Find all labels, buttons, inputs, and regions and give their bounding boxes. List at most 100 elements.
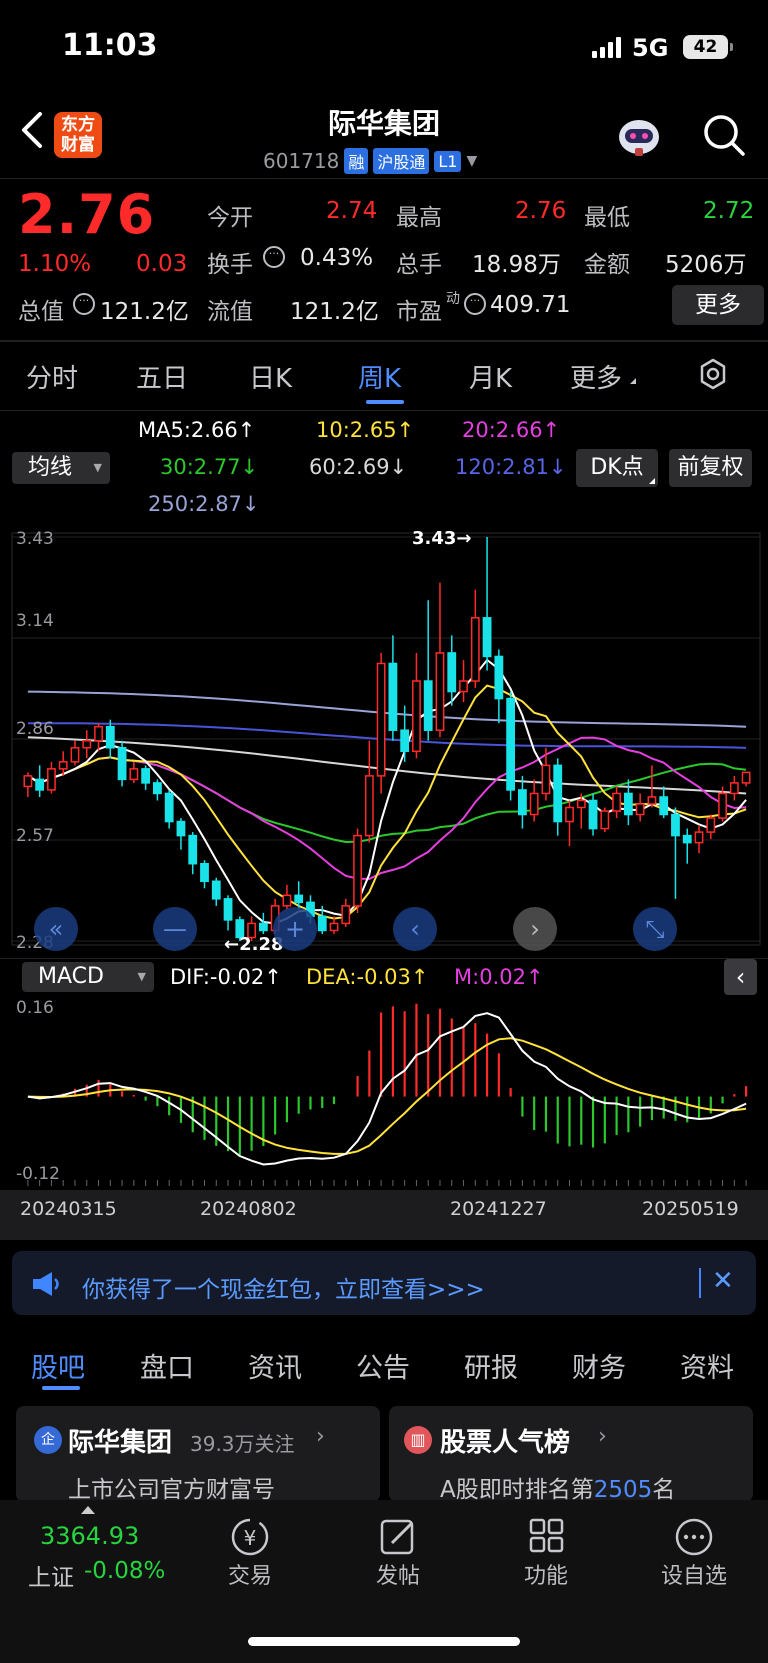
double-left-icon[interactable]: « xyxy=(34,907,78,951)
x-tick: 20250519 xyxy=(642,1198,739,1220)
info-icon[interactable]: ··· xyxy=(464,293,486,315)
dk-label: DK点 xyxy=(590,455,644,480)
change-pct: 1.10% xyxy=(18,251,92,277)
amount-label: 金额 xyxy=(584,252,630,278)
candle xyxy=(376,662,386,777)
candle xyxy=(153,782,162,795)
tab-five-day[interactable]: 五日 xyxy=(136,358,188,395)
ma5-line xyxy=(27,658,747,925)
candle xyxy=(47,768,56,791)
stock-subtitle[interactable]: 601718 融 沪股通 L1 ▼ xyxy=(263,148,477,174)
nav-trade[interactable]: 交易 xyxy=(200,1558,300,1590)
info-icon[interactable]: ··· xyxy=(73,293,95,315)
tab-daily[interactable]: 日K xyxy=(249,358,292,395)
megaphone-icon xyxy=(33,1272,59,1296)
more-button[interactable]: 更多 xyxy=(672,285,764,325)
more-icon[interactable] xyxy=(664,1512,724,1562)
candle xyxy=(706,817,716,833)
mktcap-label: 总值 xyxy=(18,299,64,325)
candle xyxy=(494,655,504,700)
candle xyxy=(211,880,221,900)
candle xyxy=(317,915,327,932)
gear-icon[interactable] xyxy=(696,357,730,391)
tab-intraday[interactable]: 分时 xyxy=(26,358,78,395)
candle xyxy=(529,792,539,816)
tab-research[interactable]: 研报 xyxy=(464,1346,518,1385)
macd-y-tick: -0.12 xyxy=(16,1164,60,1184)
chevron-down-icon: ▼ xyxy=(466,153,478,169)
ma-dropdown[interactable]: 均线 ▼ xyxy=(12,452,110,484)
candle xyxy=(718,792,727,819)
apps-icon[interactable] xyxy=(516,1512,576,1562)
candle xyxy=(129,768,139,781)
prev-icon[interactable]: ‹ xyxy=(393,907,437,951)
next-icon[interactable]: › xyxy=(513,907,557,951)
network-type: 5G xyxy=(632,34,669,62)
y-tick: 2.86 xyxy=(16,719,54,739)
popularity-sub: A股即时排名第2505名 xyxy=(440,1470,675,1504)
tab-weekly[interactable]: 周K xyxy=(358,358,401,395)
tab-orderbook[interactable]: 盘口 xyxy=(140,1346,194,1385)
candle xyxy=(70,747,80,763)
volume-value: 18.98万 xyxy=(472,252,561,278)
high-value: 2.76 xyxy=(515,198,567,224)
candle xyxy=(553,764,563,823)
ma250-legend: 250:2.87↓ xyxy=(148,492,260,516)
candle xyxy=(94,725,103,742)
candlestick-chart[interactable] xyxy=(0,520,768,960)
tab-forum[interactable]: 股吧 xyxy=(31,1346,85,1385)
index-name[interactable]: 上证 xyxy=(28,1558,74,1592)
edit-icon[interactable] xyxy=(368,1512,428,1562)
ma10-legend: 10:2.65↑ xyxy=(316,418,415,442)
candle xyxy=(729,782,739,795)
dk-button[interactable]: DK点 xyxy=(576,449,658,487)
candle xyxy=(541,764,551,795)
company-sub: 上市公司官方财富号 xyxy=(68,1477,275,1503)
candle xyxy=(141,768,151,784)
close-icon[interactable]: ✕ xyxy=(712,1266,734,1296)
chevron-down-icon: ▼ xyxy=(93,461,102,474)
tab-profile[interactable]: 资料 xyxy=(680,1346,734,1385)
index-change[interactable]: -0.08% xyxy=(84,1558,165,1584)
index-value[interactable]: 3364.93 xyxy=(40,1522,139,1550)
tab-more[interactable]: 更多 xyxy=(570,358,622,395)
nav-functions[interactable]: 功能 xyxy=(496,1558,596,1590)
badge-level: L1 xyxy=(434,150,462,172)
macd-chart[interactable] xyxy=(0,996,768,1190)
candle xyxy=(694,831,704,844)
nav-add-watchlist[interactable]: 设自选 xyxy=(644,1558,744,1590)
tab-finance[interactable]: 财务 xyxy=(572,1346,626,1385)
candle xyxy=(565,806,574,823)
tab-monthly[interactable]: 月K xyxy=(469,358,512,395)
info-icon[interactable]: ··· xyxy=(263,246,285,268)
status-time: 11:03 xyxy=(62,28,158,63)
turnover-label: 换手 xyxy=(207,252,253,278)
badge-margin: 融 xyxy=(344,148,369,174)
tab-news[interactable]: 资讯 xyxy=(248,1346,302,1385)
company-name: 际华集团 xyxy=(68,1428,173,1458)
indicator-dropdown[interactable]: MACD ▼ xyxy=(22,962,154,992)
chart-icon: ▥ xyxy=(404,1426,432,1454)
yen-icon[interactable]: ¥ xyxy=(220,1512,280,1562)
nav-post[interactable]: 发帖 xyxy=(348,1558,448,1590)
candle xyxy=(164,792,174,823)
x-tick: 20240802 xyxy=(200,1198,297,1220)
banner-text[interactable]: 你获得了一个现金红包，立即查看>>> xyxy=(82,1270,485,1304)
collapse-icon[interactable]: ‹ xyxy=(724,959,757,995)
candle xyxy=(459,680,468,693)
ma120-legend: 120:2.81↓ xyxy=(455,455,567,479)
search-icon[interactable] xyxy=(701,112,747,158)
dea-legend: DEA:-0.03↑ xyxy=(306,965,429,989)
fullscreen-icon[interactable]: ⤡ xyxy=(633,907,677,951)
candle xyxy=(58,761,68,770)
adjust-button[interactable]: 前复权 xyxy=(669,449,752,487)
robot-icon[interactable] xyxy=(615,113,663,159)
candle xyxy=(470,617,480,682)
pe-value: 409.71 xyxy=(490,292,571,318)
zoom-in-icon[interactable]: + xyxy=(273,907,317,951)
candle xyxy=(258,922,268,932)
candle xyxy=(682,834,692,844)
candle xyxy=(647,796,657,805)
zoom-out-icon[interactable]: — xyxy=(153,907,197,951)
tab-announcements[interactable]: 公告 xyxy=(356,1346,410,1385)
